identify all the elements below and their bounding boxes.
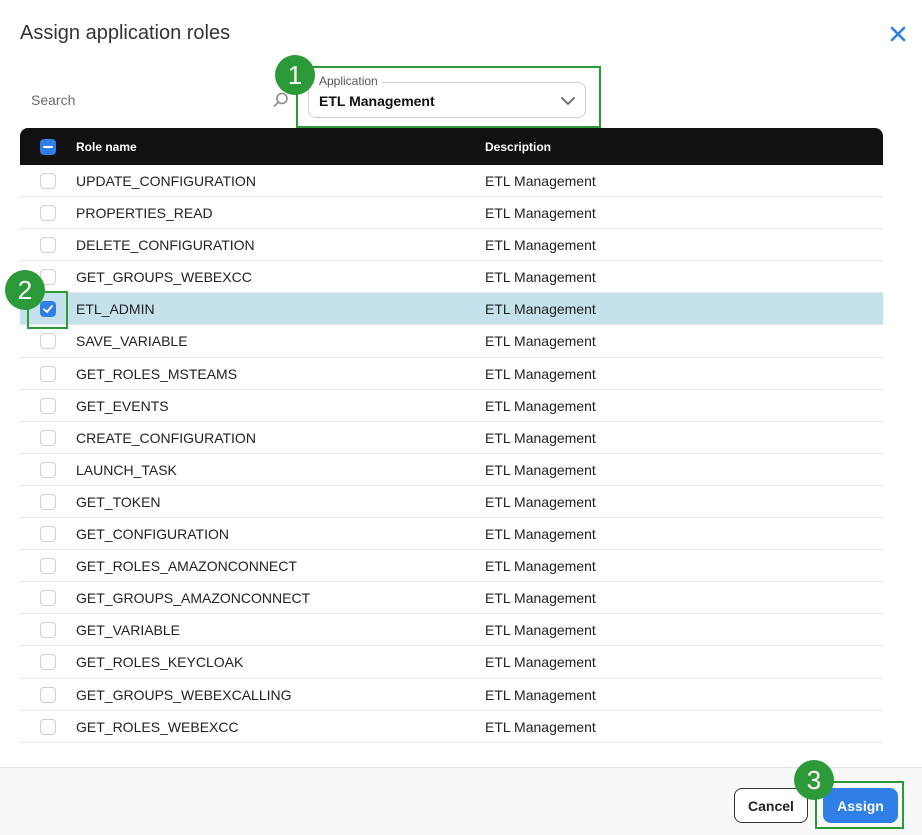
table-row[interactable]: GET_GROUPS_WEBEXCC ETL Management (20, 261, 883, 294)
role-name-cell: GET_CONFIGURATION (76, 526, 229, 543)
description-cell: ETL Management (485, 397, 596, 414)
row-checkbox[interactable] (40, 493, 56, 510)
callout-badge-2: 2 (5, 270, 45, 310)
role-name-cell: LAUNCH_TASK (76, 461, 177, 478)
close-icon (890, 26, 906, 42)
description-cell: ETL Management (485, 269, 596, 286)
table-row[interactable]: GET_ROLES_WEBEXCC ETL Management (20, 711, 883, 743)
table-row[interactable]: GET_ROLES_MSTEAMS ETL Management (20, 358, 883, 390)
role-name-cell: GET_ROLES_MSTEAMS (76, 365, 238, 382)
role-name-cell: GET_TOKEN (76, 493, 161, 510)
row-checkbox[interactable] (40, 654, 56, 671)
description-cell: ETL Management (485, 333, 596, 350)
table-row[interactable]: SAVE_VARIABLE ETL Management (20, 325, 883, 358)
description-cell: ETL Management (485, 558, 596, 575)
table-row[interactable]: GET_VARIABLE ETL Management (20, 614, 883, 647)
description-cell: ETL Management (485, 590, 596, 607)
dialog-title: Assign application roles (20, 22, 231, 44)
table-row[interactable]: CREATE_CONFIGURATION ETL Management (20, 422, 883, 454)
row-checkbox[interactable] (40, 686, 56, 703)
row-checkbox[interactable] (40, 558, 56, 575)
role-name-cell: GET_GROUPS_WEBEXCALLING (76, 686, 292, 703)
row-checkbox[interactable] (40, 461, 56, 478)
description-cell: ETL Management (485, 237, 596, 254)
table-row[interactable]: GET_GROUPS_WEBEXCALLING ETL Management (20, 679, 883, 711)
role-name-cell: GET_VARIABLE (76, 622, 181, 639)
row-checkbox[interactable] (40, 397, 56, 414)
row-checkbox[interactable] (40, 173, 56, 189)
table-row[interactable]: PROPERTIES_READ ETL Management (20, 197, 883, 230)
table-row[interactable]: GET_GROUPS_AMAZONCONNECT ETL Management (20, 582, 883, 615)
row-checkbox[interactable] (40, 429, 56, 446)
description-cell: ETL Management (485, 493, 596, 510)
description-cell: ETL Management (485, 461, 596, 478)
table-row[interactable]: GET_ROLES_AMAZONCONNECT ETL Management (20, 550, 883, 583)
table-row[interactable]: ETL_ADMIN ETL Management (20, 293, 883, 326)
role-name-cell: UPDATE_CONFIGURATION (76, 173, 256, 189)
table-row[interactable]: GET_TOKEN ETL Management (20, 486, 883, 519)
role-name-cell: GET_GROUPS_WEBEXCC (76, 269, 252, 286)
row-checkbox[interactable] (40, 333, 56, 350)
assign-roles-dialog: Assign application roles Application ETL… (0, 0, 922, 835)
description-cell: ETL Management (485, 173, 596, 189)
description-cell: ETL Management (485, 429, 596, 446)
callout-badge-3: 3 (794, 760, 834, 800)
role-name-cell: ETL_ADMIN (76, 301, 155, 318)
role-name-cell: GET_GROUPS_AMAZONCONNECT (76, 590, 311, 607)
close-button[interactable] (886, 22, 910, 46)
description-cell: ETL Management (485, 301, 596, 318)
description-cell: ETL Management (485, 686, 596, 703)
role-name-cell: CREATE_CONFIGURATION (76, 429, 256, 446)
role-name-cell: GET_ROLES_KEYCLOAK (76, 654, 244, 671)
description-cell: ETL Management (485, 365, 596, 382)
description-cell: ETL Management (485, 205, 596, 222)
row-checkbox[interactable] (40, 365, 56, 382)
callout-box-application (296, 66, 601, 128)
column-header-description[interactable]: Description (485, 140, 551, 154)
cancel-button[interactable]: Cancel (734, 788, 808, 823)
search-box (20, 84, 292, 116)
table-row[interactable]: DELETE_CONFIGURATION ETL Management (20, 229, 883, 262)
roles-table: Role name Description UPDATE_CONFIGURATI… (20, 128, 883, 743)
role-name-cell: DELETE_CONFIGURATION (76, 237, 255, 254)
table-row[interactable]: LAUNCH_TASK ETL Management (20, 454, 883, 486)
table-row[interactable]: UPDATE_CONFIGURATION ETL Management (20, 165, 883, 198)
role-name-cell: PROPERTIES_READ (76, 205, 213, 222)
select-all-checkbox[interactable] (40, 139, 56, 155)
description-cell: ETL Management (485, 526, 596, 543)
table-body: UPDATE_CONFIGURATION ETL Management PROPER… (20, 165, 883, 743)
row-checkbox[interactable] (40, 622, 56, 639)
role-name-cell: GET_ROLES_WEBEXCC (76, 718, 239, 735)
row-checkbox[interactable] (40, 526, 56, 543)
role-name-cell: GET_EVENTS (76, 397, 169, 414)
description-cell: ETL Management (485, 718, 596, 735)
search-input[interactable] (20, 84, 292, 116)
row-checkbox[interactable] (40, 205, 56, 222)
table-row[interactable]: GET_EVENTS ETL Management (20, 390, 883, 422)
column-header-role-name[interactable]: Role name (76, 140, 137, 154)
row-checkbox[interactable] (40, 718, 56, 735)
role-name-cell: SAVE_VARIABLE (76, 333, 188, 350)
role-name-cell: GET_ROLES_AMAZONCONNECT (76, 558, 297, 575)
description-cell: ETL Management (485, 622, 596, 639)
row-checkbox[interactable] (40, 237, 56, 254)
table-header: Role name Description (20, 128, 883, 165)
description-cell: ETL Management (485, 654, 596, 671)
row-checkbox[interactable] (40, 590, 56, 607)
table-row[interactable]: GET_ROLES_KEYCLOAK ETL Management (20, 646, 883, 679)
callout-badge-1: 1 (275, 55, 315, 95)
table-row[interactable]: GET_CONFIGURATION ETL Management (20, 518, 883, 551)
